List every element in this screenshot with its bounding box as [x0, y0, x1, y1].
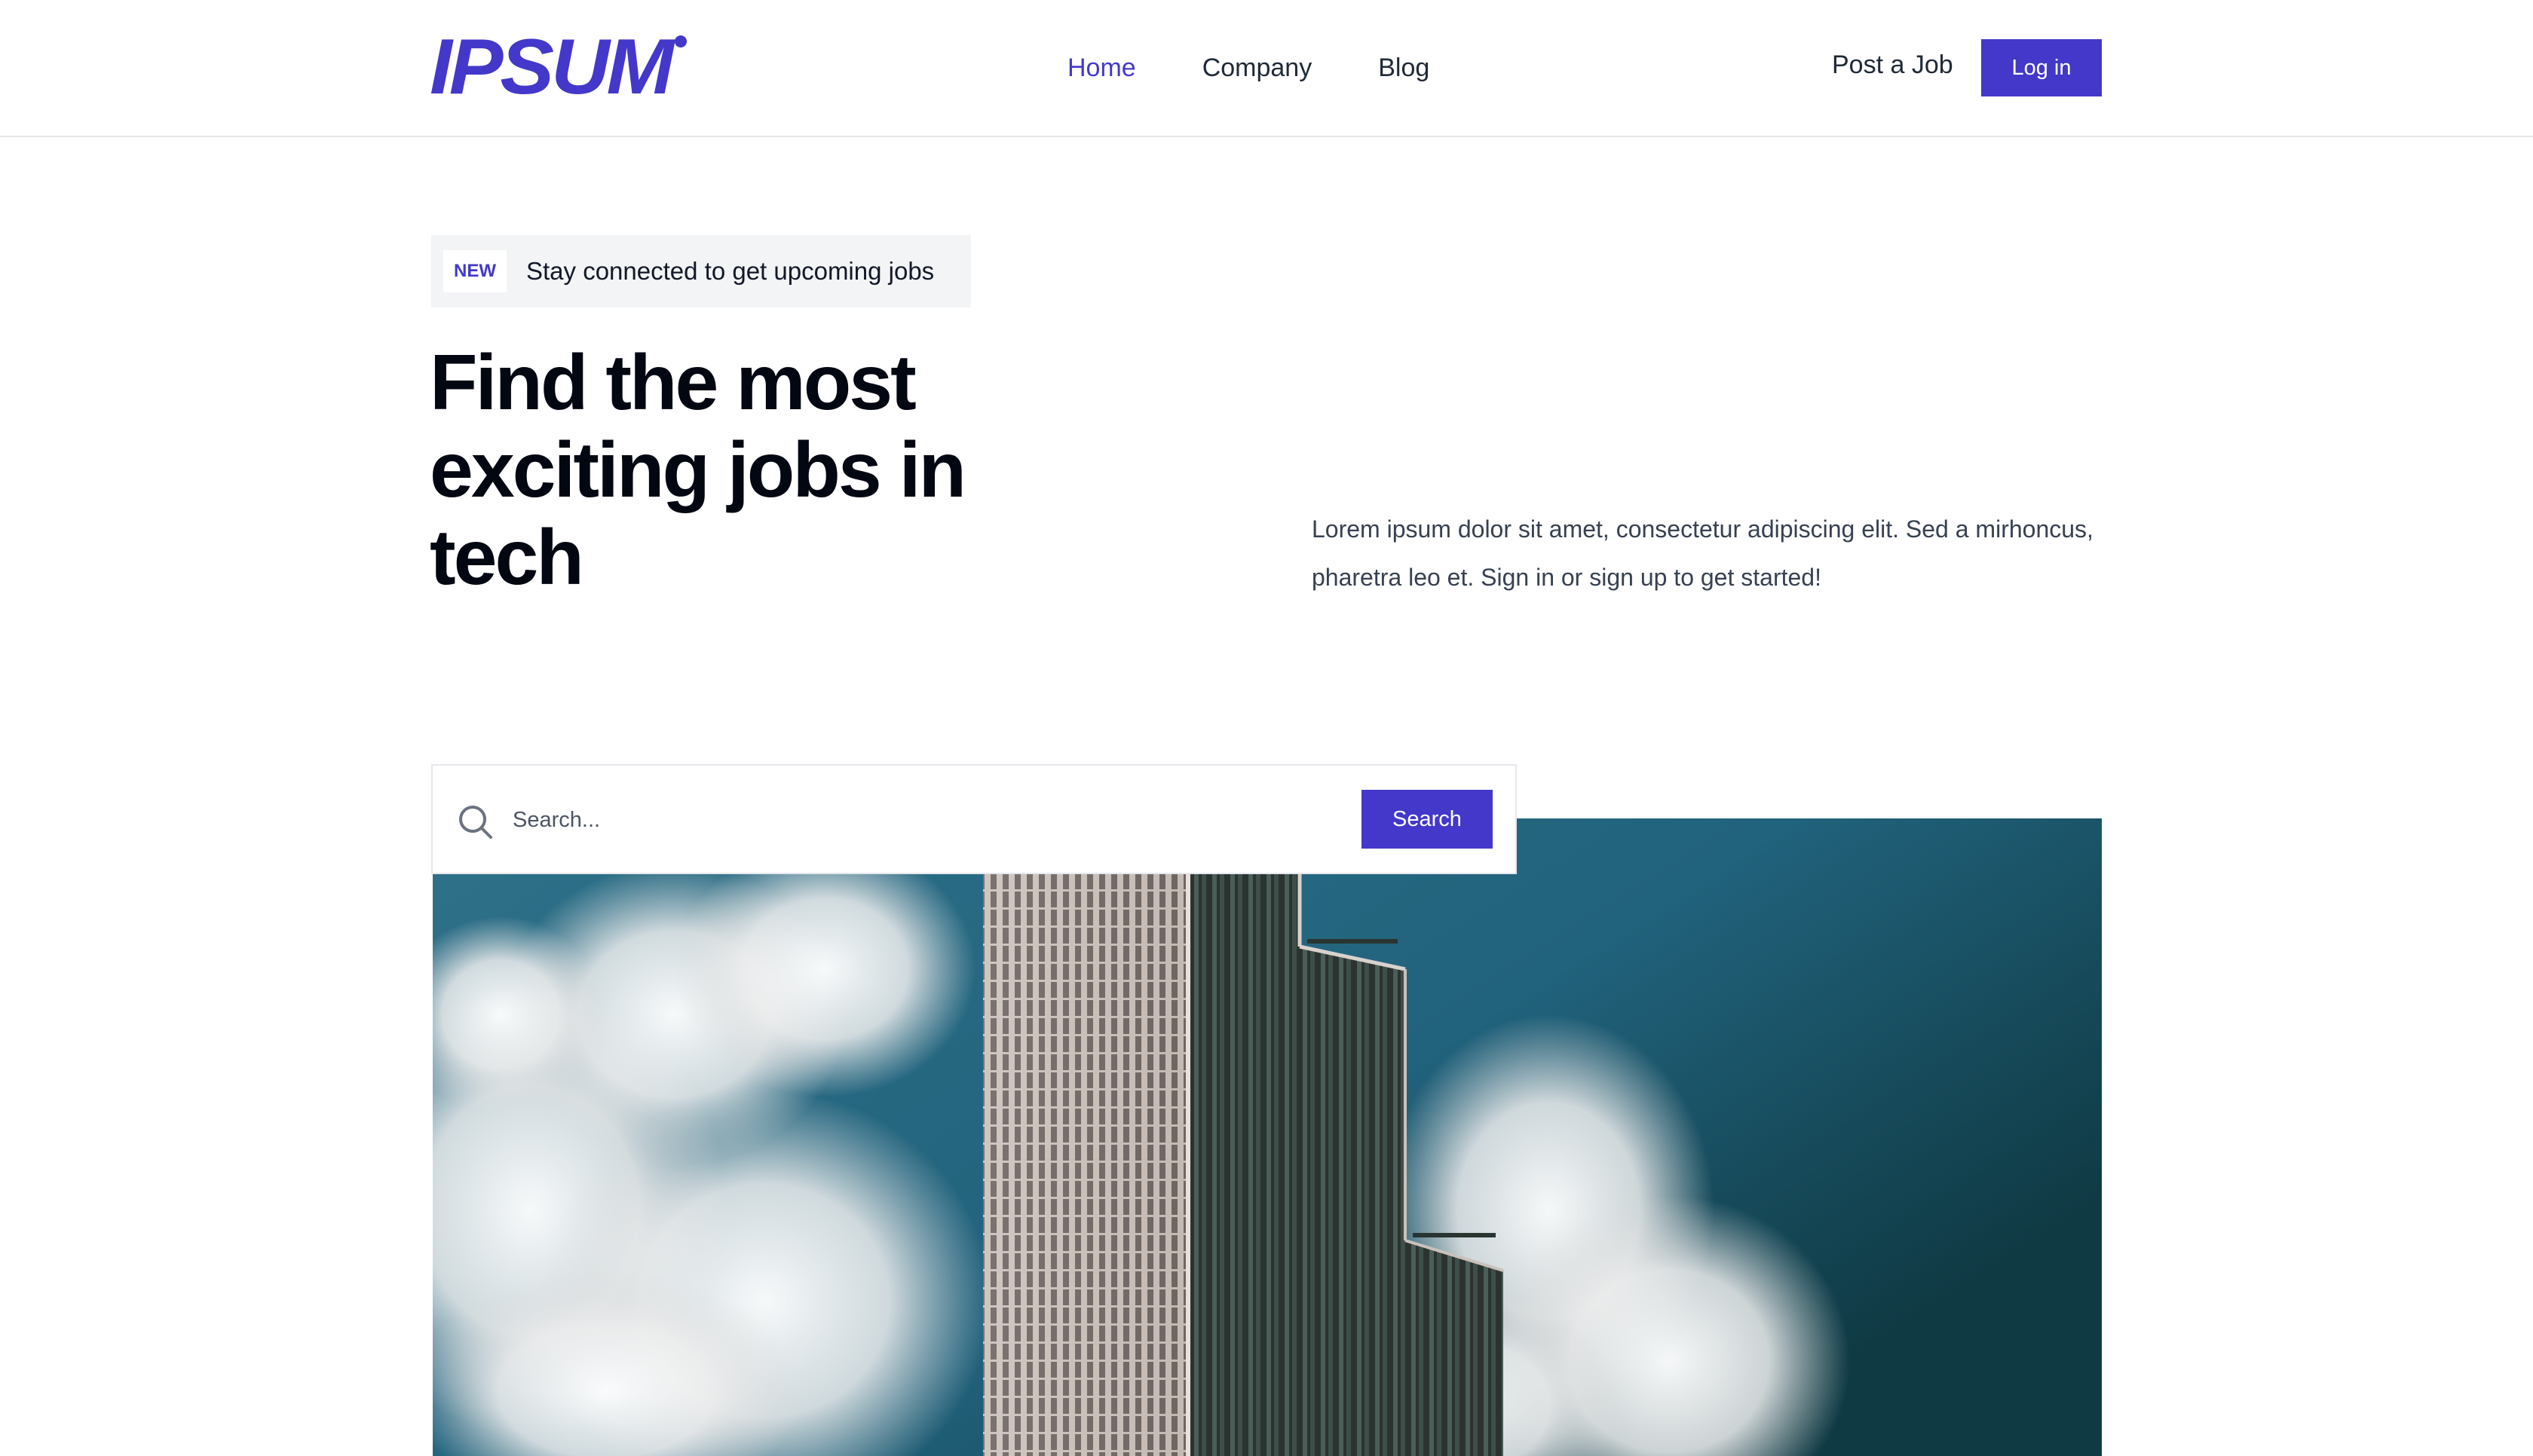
search-bar: Search — [431, 764, 1517, 874]
nav-home[interactable]: Home — [1067, 50, 1136, 86]
announcement-badge[interactable]: NEW Stay connected to get upcoming jobs — [431, 235, 971, 307]
post-job-link[interactable]: Post a Job — [1832, 47, 1953, 83]
new-tag: NEW — [443, 250, 507, 292]
svg-text:IPSUM: IPSUM — [430, 35, 676, 98]
announcement-text: Stay connected to get upcoming jobs — [526, 257, 935, 285]
search-button[interactable]: Search — [1361, 790, 1493, 849]
search-input[interactable] — [511, 793, 1012, 847]
nav-company[interactable]: Company — [1202, 50, 1312, 86]
site-header: IPSUM Home Company Blog Post a Job Log i… — [0, 0, 2533, 137]
nav-blog[interactable]: Blog — [1378, 50, 1429, 86]
skyscraper-photo — [433, 818, 2102, 1456]
hero-image — [433, 818, 2102, 1456]
login-button[interactable]: Log in — [1981, 39, 2102, 96]
main-nav: Home Company Blog — [1067, 50, 1429, 86]
hero-headline: Find the most exciting jobs in tech — [430, 339, 966, 601]
ipsum-logo[interactable]: IPSUM — [430, 35, 690, 98]
search-icon — [459, 806, 492, 839]
hero-description: Lorem ipsum dolor sit amet, consectetur … — [1312, 515, 2093, 591]
